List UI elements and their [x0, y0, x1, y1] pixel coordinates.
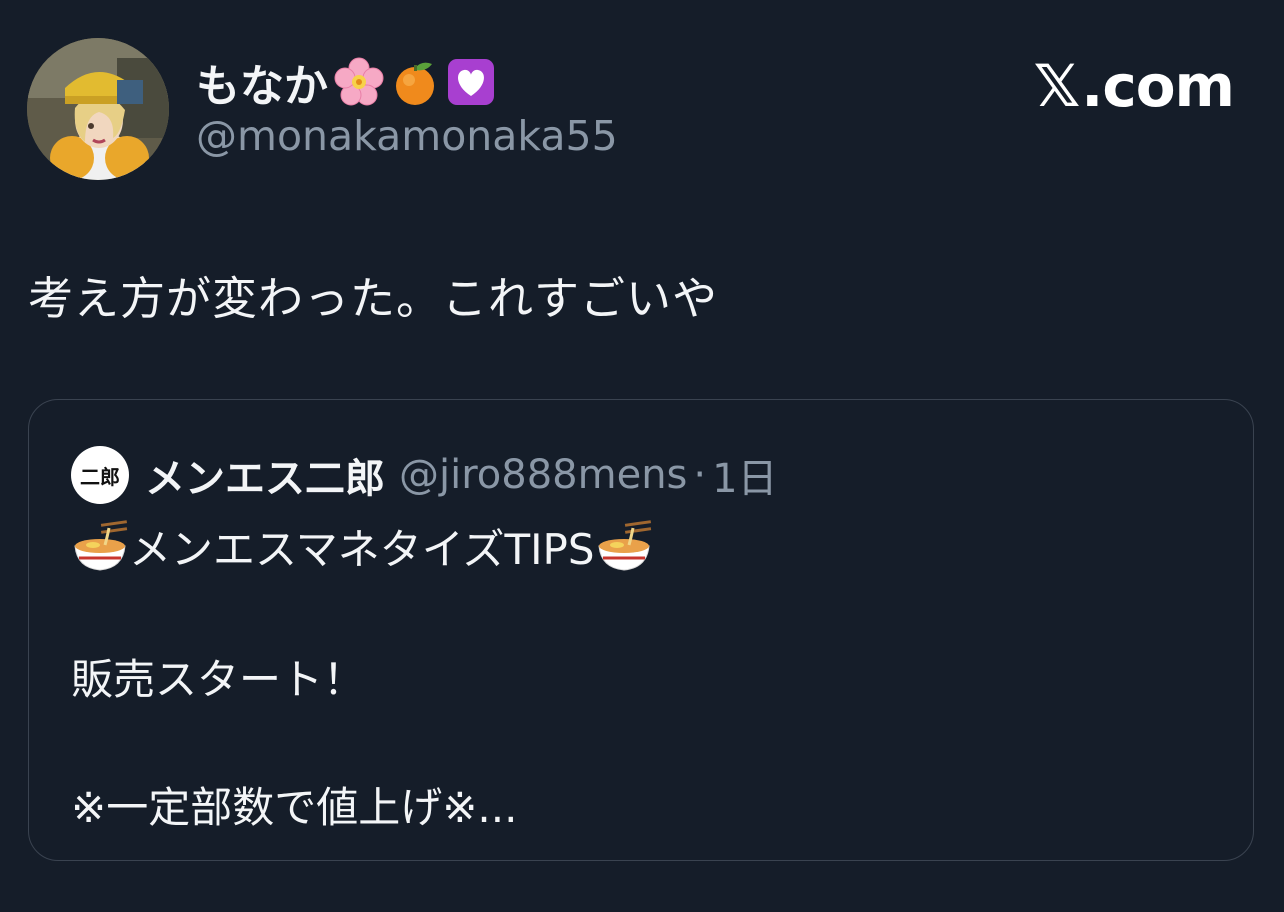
- author-handle[interactable]: @monakamonaka55: [196, 112, 618, 160]
- author-name-text: もなか: [196, 61, 328, 112]
- tangerine-icon: [396, 62, 434, 105]
- avatar-image: [27, 38, 169, 180]
- purple-heart-icon: [448, 59, 494, 105]
- quoted-text-line-3: ※一定部数で値上げ※...: [71, 783, 518, 832]
- tweet-screenshot: もなか @monakamonaka55 𝕏 .com 考え方が変わった。これすご…: [0, 0, 1284, 912]
- brand-domain: .com: [1081, 52, 1235, 120]
- quoted-title-text: メンエスマネタイズTIPS: [129, 525, 595, 574]
- author-display-name[interactable]: もなか: [196, 50, 496, 114]
- cherry-blossom-icon: [334, 57, 384, 106]
- quoted-author-avatar[interactable]: 二郎: [71, 446, 129, 504]
- quoted-text-line-1: メンエスマネタイズTIPS: [71, 516, 653, 577]
- quoted-author-handle[interactable]: @jiro888mens: [399, 452, 687, 498]
- tweet-text: 考え方が変わった。これすごいや: [28, 272, 719, 325]
- quoted-tweet-time[interactable]: 1日: [712, 446, 777, 504]
- quoted-text-line-2: 販売スタート！: [71, 655, 366, 704]
- quoted-tweet-header: 二郎 メンエス二郎 @jiro888mens · 1日: [71, 446, 778, 504]
- quoted-tweet-card[interactable]: 二郎 メンエス二郎 @jiro888mens · 1日 メンエスマネタイズTIP…: [28, 399, 1254, 861]
- x-logo-icon: 𝕏: [1033, 52, 1081, 120]
- ramen-icon: [74, 519, 128, 571]
- ramen-icon: [597, 519, 651, 571]
- separator-dot: ·: [693, 452, 707, 498]
- quoted-author-name[interactable]: メンエス二郎: [145, 446, 385, 504]
- x-com-logo: 𝕏 .com: [1033, 52, 1235, 120]
- author-avatar[interactable]: [27, 38, 169, 180]
